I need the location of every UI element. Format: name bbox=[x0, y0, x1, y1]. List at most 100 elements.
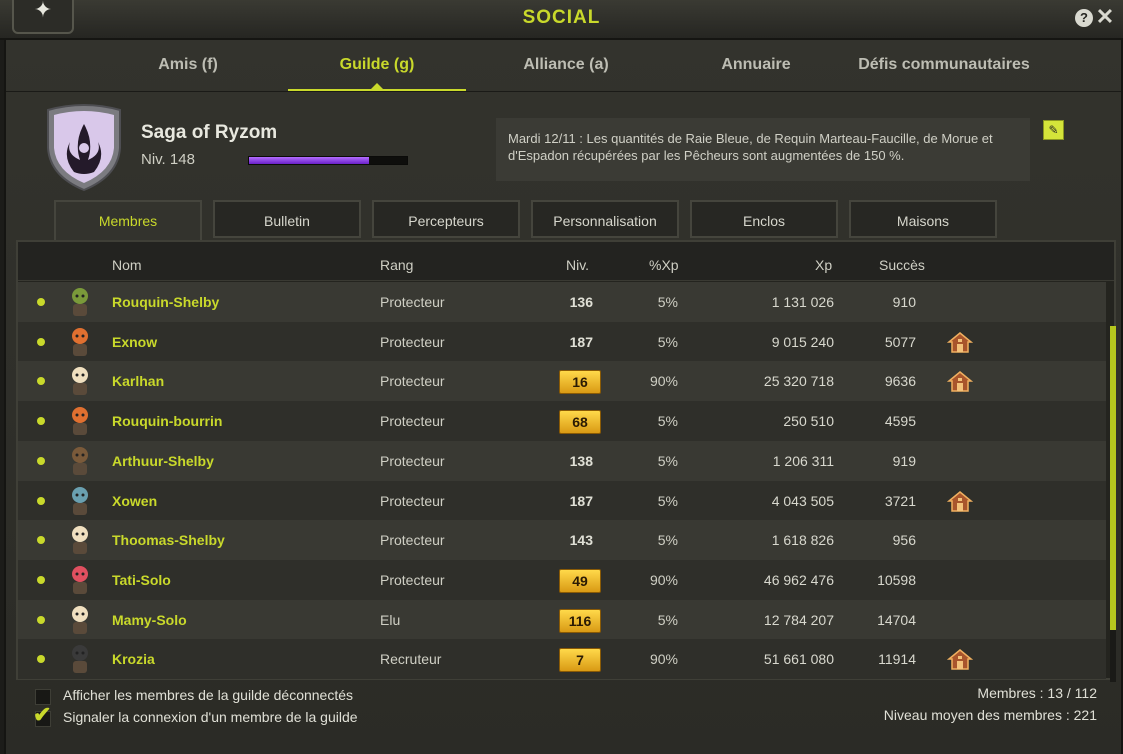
online-status-icon bbox=[37, 298, 45, 306]
member-level: 143 bbox=[569, 532, 593, 549]
tab-alliance[interactable]: Alliance (a) bbox=[496, 40, 636, 90]
member-xp: 51 661 080 bbox=[763, 651, 834, 668]
house-icon[interactable] bbox=[946, 369, 974, 393]
member-rank: Protecteur bbox=[380, 294, 445, 310]
tab-directory[interactable]: Annuaire bbox=[686, 40, 826, 90]
subtab-customization[interactable]: Personnalisation bbox=[531, 200, 679, 238]
member-name[interactable]: Rouquin-Shelby bbox=[112, 282, 219, 322]
online-status-icon bbox=[37, 655, 45, 664]
online-status-icon bbox=[37, 536, 45, 545]
online-status-icon bbox=[37, 456, 45, 465]
table-row[interactable]: Mamy-Solo Elu 116 5% 12 784 207 14704 bbox=[18, 599, 1106, 640]
table-row[interactable]: Karlhan Protecteur 16 90% 25 320 718 9636 bbox=[18, 361, 1106, 402]
character-avatar bbox=[72, 446, 88, 475]
member-level-badge: 16 bbox=[559, 370, 601, 395]
average-level: Niveau moyen des membres : 221 bbox=[883, 707, 1097, 723]
character-avatar bbox=[72, 327, 88, 356]
subtab-houses[interactable]: Maisons bbox=[849, 200, 997, 238]
member-xp: 12 784 207 bbox=[763, 611, 834, 628]
checkmark-icon: ✔ bbox=[33, 702, 52, 727]
subtab-collectors[interactable]: Percepteurs bbox=[372, 200, 520, 238]
member-name[interactable]: Tati-Solo bbox=[112, 560, 171, 600]
table-scrollbar[interactable] bbox=[1110, 326, 1116, 682]
member-rank: Protecteur bbox=[380, 571, 445, 588]
character-avatar bbox=[72, 407, 88, 436]
table-row[interactable]: Arthuur-Shelby Protecteur 138 5% 1 206 311 91… bbox=[18, 440, 1106, 481]
member-level: 187 bbox=[569, 492, 593, 509]
member-success: 14704 bbox=[877, 611, 916, 628]
member-success: 919 bbox=[892, 452, 916, 469]
guild-level: Niv. 148 bbox=[141, 151, 195, 168]
member-level-badge: 49 bbox=[559, 568, 601, 593]
character-avatar bbox=[72, 526, 88, 555]
window-title: SOCIAL bbox=[522, 7, 601, 28]
table-row[interactable]: Rouquin-bourrin Protecteur 68 5% 250 510 4595 bbox=[18, 401, 1106, 442]
tab-community-challenges[interactable]: Défis communautaires bbox=[854, 40, 1034, 90]
guild-xp-fill bbox=[249, 157, 370, 164]
table-row[interactable]: Tati-Solo Protecteur 49 90% 46 962 476 10598 bbox=[18, 559, 1106, 600]
table-row[interactable]: Krozia Recruteur 7 90% 51 661 080 11914 bbox=[18, 639, 1106, 680]
tab-guild[interactable]: Guilde (g) bbox=[288, 40, 466, 92]
house-icon[interactable] bbox=[946, 647, 974, 671]
guild-name: Saga of Ryzom bbox=[141, 122, 278, 143]
member-xp: 250 510 bbox=[783, 413, 834, 430]
character-avatar bbox=[72, 645, 88, 674]
member-name[interactable]: Karlhan bbox=[112, 361, 164, 401]
member-name[interactable]: Rouquin-bourrin bbox=[112, 401, 222, 441]
tab-friends[interactable]: Amis (f) bbox=[118, 40, 258, 90]
member-rank: Protecteur bbox=[380, 492, 445, 509]
member-name[interactable]: Thoomas-Shelby bbox=[112, 520, 225, 560]
character-avatar bbox=[72, 486, 88, 515]
subtab-members[interactable]: Membres bbox=[54, 200, 202, 242]
member-name[interactable]: Xowen bbox=[112, 481, 157, 521]
member-success: 9636 bbox=[884, 373, 916, 390]
table-row[interactable]: Xowen Protecteur 187 5% 4 043 505 3721 bbox=[18, 480, 1106, 521]
online-status-icon bbox=[37, 337, 45, 346]
show-offline-label: Afficher les membres de la guilde déconn… bbox=[63, 687, 354, 703]
member-rank: Protecteur bbox=[380, 452, 445, 469]
online-status-icon bbox=[37, 417, 45, 426]
scrollbar-thumb[interactable] bbox=[1110, 326, 1116, 630]
character-avatar bbox=[72, 367, 88, 396]
table-row[interactable]: Thoomas-Shelby Protecteur 143 5% 1 618 826 95… bbox=[18, 520, 1106, 561]
tabs-divider bbox=[6, 91, 1121, 92]
guild-xp-bar bbox=[248, 156, 408, 165]
table-row[interactable]: Exnow Protecteur 187 5% 9 015 240 5077 bbox=[18, 321, 1106, 362]
online-status-icon bbox=[37, 496, 45, 505]
subtab-bulletin[interactable]: Bulletin bbox=[213, 200, 361, 238]
house-icon[interactable] bbox=[946, 330, 974, 354]
notify-connection-label: Signaler la connexion d'un membre de la … bbox=[63, 709, 358, 725]
member-success: 3721 bbox=[884, 492, 916, 509]
house-icon[interactable] bbox=[946, 489, 974, 513]
member-xp: 46 962 476 bbox=[763, 571, 834, 588]
member-pct-xp: 5% bbox=[657, 611, 678, 628]
member-name[interactable]: Krozia bbox=[112, 639, 155, 679]
member-level: 138 bbox=[569, 452, 593, 469]
guild-emblem-icon bbox=[47, 104, 121, 192]
member-xp: 1 618 826 bbox=[771, 532, 834, 549]
member-pct-xp: 5% bbox=[657, 492, 678, 509]
member-name[interactable]: Exnow bbox=[112, 322, 157, 362]
member-pct-xp: 90% bbox=[649, 373, 678, 390]
member-rank: Elu bbox=[380, 611, 401, 628]
members-table: Nom Rang Niv. %Xp Xp Succès Rouquin-Shel… bbox=[16, 240, 1116, 682]
member-rank: Recruteur bbox=[380, 651, 442, 668]
help-button[interactable]: ? bbox=[1075, 9, 1093, 27]
member-name[interactable]: Mamy-Solo bbox=[112, 600, 187, 640]
social-window: Amis (f) Guilde (g) Alliance (a) Annuair… bbox=[4, 40, 1123, 754]
member-rank: Protecteur bbox=[380, 532, 445, 549]
online-status-icon bbox=[37, 575, 45, 584]
members-count: Membres : 13 / 112 bbox=[977, 685, 1097, 701]
member-pct-xp: 90% bbox=[649, 571, 678, 588]
table-row[interactable]: Rouquin-Shelby Protecteur 136 5% 1 131 026 91… bbox=[18, 282, 1106, 322]
member-name[interactable]: Arthuur-Shelby bbox=[112, 441, 214, 481]
guild-news: Mardi 12/11 : Les quantités de Raie Bleu… bbox=[496, 118, 1030, 181]
online-status-icon bbox=[37, 615, 45, 624]
subtab-paddocks[interactable]: Enclos bbox=[690, 200, 838, 238]
member-pct-xp: 90% bbox=[649, 651, 678, 668]
close-button[interactable]: ✕ bbox=[1095, 5, 1115, 29]
member-pct-xp: 5% bbox=[657, 413, 678, 430]
member-xp: 9 015 240 bbox=[771, 333, 834, 350]
character-avatar bbox=[72, 288, 88, 316]
edit-news-button[interactable]: ✎ bbox=[1043, 120, 1064, 140]
